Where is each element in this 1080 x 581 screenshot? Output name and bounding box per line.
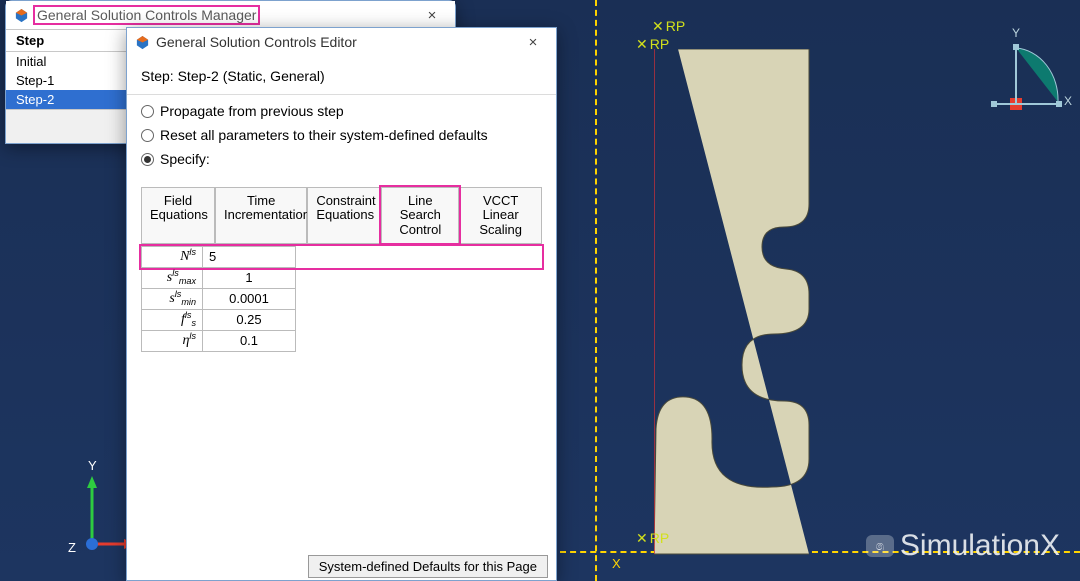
rp-marker: ✕RP: [652, 18, 685, 35]
solution-controls-editor-dialog[interactable]: General Solution Controls Editor × Step:…: [126, 27, 557, 581]
param-symbol: ηls: [141, 331, 203, 352]
abaqus-icon: [135, 35, 150, 50]
rp-marker: ✕RP: [636, 530, 669, 547]
radio-icon[interactable]: [141, 153, 154, 166]
tab-constraint[interactable]: ConstraintEquations: [307, 187, 381, 243]
tab-vcct-linear[interactable]: VCCT LinearScaling: [459, 187, 542, 243]
param-symbol: flss: [141, 310, 203, 331]
watermark: ෧ SimulationX: [866, 529, 1060, 563]
param-value[interactable]: 0.1: [203, 331, 296, 352]
param-row: slsmin0.0001: [141, 289, 542, 310]
param-value[interactable]: 0.25: [203, 310, 296, 331]
tab-time[interactable]: TimeIncrementation: [215, 187, 307, 243]
abaqus-icon: [14, 8, 29, 23]
titlebar[interactable]: General Solution Controls Manager ×: [6, 1, 455, 29]
rp-marker: ✕RP: [636, 36, 669, 53]
radio-specify[interactable]: Specify:: [141, 147, 542, 171]
param-symbol: slsmin: [141, 289, 203, 310]
datum-line-vertical: [595, 0, 597, 581]
param-symbol: Nls: [141, 246, 203, 268]
radio-reset[interactable]: Reset all parameters to their system-def…: [141, 123, 542, 147]
dialog-title: General Solution Controls Manager: [35, 7, 258, 23]
param-row: slsmax1: [141, 268, 542, 289]
radio-icon[interactable]: [141, 105, 154, 118]
close-icon[interactable]: ×: [417, 7, 447, 24]
tab-line-search[interactable]: Line SearchControl: [381, 187, 459, 243]
titlebar[interactable]: General Solution Controls Editor ×: [127, 28, 556, 56]
param-table: Nls5slsmax1slsmin0.0001flss0.25ηls0.1: [141, 246, 542, 352]
param-symbol: slsmax: [141, 268, 203, 289]
step-label: Step:: [141, 68, 174, 84]
model-part[interactable]: [654, 49, 839, 556]
axis-label-x: X: [612, 556, 621, 571]
coord-triad: Y X Z: [82, 476, 130, 561]
param-row: flss0.25: [141, 310, 542, 331]
step-value: Step-2 (Static, General): [178, 68, 325, 84]
dialog-title: General Solution Controls Editor: [156, 34, 357, 50]
param-row: Nls5: [141, 246, 542, 268]
tab-strip: FieldEquationsTimeIncrementationConstrai…: [141, 187, 542, 244]
system-defaults-button[interactable]: System-defined Defaults for this Page: [308, 555, 548, 578]
param-row: ηls0.1: [141, 331, 542, 352]
close-icon[interactable]: ×: [518, 34, 548, 51]
param-value[interactable]: 5: [203, 246, 296, 268]
param-value[interactable]: 0.0001: [203, 289, 296, 310]
param-value[interactable]: 1: [203, 268, 296, 289]
view-triad: Y X: [986, 30, 1064, 113]
wechat-icon: ෧: [866, 535, 894, 557]
radio-icon[interactable]: [141, 129, 154, 142]
radio-propagate[interactable]: Propagate from previous step: [141, 99, 542, 123]
tab-field[interactable]: FieldEquations: [141, 187, 215, 243]
